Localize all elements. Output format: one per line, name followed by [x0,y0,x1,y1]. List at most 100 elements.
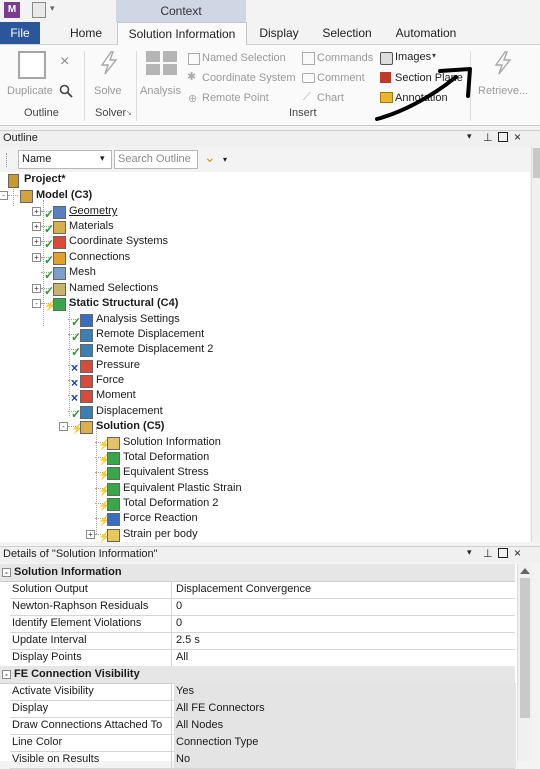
tab-file[interactable]: File [0,22,40,44]
details-property-value[interactable]: Yes [174,683,516,700]
expand-icon[interactable]: + [32,284,41,293]
tree-node[interactable]: ⚡ Solution Information [0,435,520,451]
dialog-launcher-icon[interactable]: ↘ [126,109,132,117]
details-property-value[interactable]: 0 [174,598,516,615]
quick-access-dropdown-icon[interactable]: ▾ [50,3,58,13]
details-property-value[interactable]: 0 [174,615,516,632]
tab-automation[interactable]: Automation [392,22,460,44]
tree-node[interactable]: + ✓ Connections [0,250,520,267]
tree-node[interactable]: - Model (C3) [0,188,520,203]
chevron-down-icon[interactable]: ▾ [223,155,227,164]
search-icon[interactable] [59,84,73,98]
pane-menu-icon[interactable]: ▾ [467,131,472,142]
duplicate-button[interactable]: Duplicate [7,85,53,97]
details-property-value[interactable]: Displacement Convergence [174,581,516,598]
details-row[interactable]: Display Points All [10,649,515,667]
maximize-icon[interactable] [498,548,508,558]
expand-icon[interactable]: + [86,530,95,539]
tree-node[interactable]: - ⚡ Static Structural (C4) [0,296,520,312]
tree-node[interactable]: ✓ Displacement [0,404,520,421]
details-property-value[interactable]: No [174,751,516,768]
tab-solution-information[interactable]: Solution Information [117,22,247,46]
details-row[interactable]: Update Interval 2.5 s [10,632,515,650]
tree-node[interactable]: ⚡ Total Deformation [0,450,520,466]
images-button[interactable]: Images [395,51,431,63]
tree-node[interactable]: + ⚡ Strain per body [0,527,520,543]
pane-menu-icon[interactable]: ▾ [467,547,472,558]
details-scrollbar[interactable] [517,564,532,761]
ribbon-tabs: File Home Solution Information Display S… [0,22,540,46]
comment-button[interactable]: Comment [317,72,365,84]
tree-node[interactable]: + ✓ Materials [0,219,520,236]
details-row[interactable]: Visible on Results No [10,751,516,769]
collapse-icon[interactable]: - [2,670,11,679]
tree-node[interactable]: Project* [0,172,520,188]
details-row[interactable]: Draw Connections Attached To All Nodes [10,717,516,735]
details-section-header[interactable]: - Solution Information [0,564,515,582]
name-filter-select[interactable]: Name ▾ [18,150,112,169]
collapse-icon[interactable]: - [2,568,11,577]
collapse-icon[interactable]: - [0,191,8,200]
tree-node[interactable]: ✓ Analysis Settings [0,312,520,329]
tree-node[interactable]: ✓ Mesh [0,265,520,282]
details-property-value[interactable]: 2.5 s [174,632,516,649]
expand-icon[interactable]: + [32,253,41,262]
tree-node[interactable]: ✓ Remote Displacement 2 [0,342,520,359]
details-row[interactable]: Activate Visibility Yes [10,683,516,701]
save-icon[interactable] [32,2,46,18]
tree-node[interactable]: ⚡ Total Deformation 2 [0,496,520,512]
commands-button[interactable]: Commands [317,52,373,64]
delete-icon[interactable]: × [60,53,69,71]
tree-node[interactable]: × Pressure [0,358,520,375]
outline-scrollbar[interactable] [531,146,540,542]
pin-icon[interactable]: ⊥ [483,547,493,560]
details-row[interactable]: Newton-Raphson Residuals 0 [10,598,515,616]
outline-scrollbar-thumb[interactable] [533,148,540,178]
tab-selection[interactable]: Selection [318,22,376,44]
pin-icon[interactable]: ⊥ [483,131,493,144]
expand-tree-icon[interactable]: ⌄ [204,149,216,166]
chart-button[interactable]: Chart [317,92,344,104]
search-outline-input[interactable]: Search Outline [114,150,198,169]
remote-point-button[interactable]: Remote Point [202,92,269,104]
expand-icon[interactable]: + [32,207,41,216]
scroll-up-icon[interactable] [520,568,530,574]
tree-node[interactable]: + ✓ Named Selections [0,281,520,298]
maximize-icon[interactable] [498,132,508,142]
tree-node[interactable]: × Force [0,373,520,390]
close-icon[interactable]: × [514,130,521,144]
tab-display[interactable]: Display [254,22,304,44]
tree-node[interactable]: ⚡ Force Reaction [0,511,520,527]
analysis-button[interactable]: Analysis [140,85,181,97]
close-icon[interactable]: × [514,546,521,560]
details-row[interactable]: Line Color Connection Type [10,734,516,752]
tree-node-label: Solution (C5) [96,420,165,432]
tree-node[interactable]: ⚡ Equivalent Plastic Strain [0,481,520,497]
coordinate-system-button[interactable]: Coordinate System [202,72,296,84]
details-property-value[interactable]: Connection Type [174,734,516,751]
expand-icon[interactable]: + [32,237,41,246]
details-scrollbar-thumb[interactable] [520,578,530,718]
details-row[interactable]: Display All FE Connectors [10,700,516,718]
collapse-icon[interactable]: - [32,299,41,308]
details-section-header[interactable]: - FE Connection Visibility [0,666,515,684]
tab-home[interactable]: Home [60,22,112,44]
expand-icon[interactable]: + [32,222,41,231]
remote-point-icon: ⊕ [188,93,198,105]
details-row[interactable]: Identify Element Violations 0 [10,615,515,633]
details-property-value[interactable]: All Nodes [174,717,516,734]
collapse-icon[interactable]: - [59,422,68,431]
details-property-value[interactable]: All [174,649,516,666]
tree-node[interactable]: ⚡ Equivalent Stress [0,465,520,481]
details-property-value[interactable]: All FE Connectors [174,700,516,717]
details-row[interactable]: Solution Output Displacement Convergence [10,581,515,599]
tree-node[interactable]: ✓ Remote Displacement [0,327,520,344]
tree-node[interactable]: + ✓ Coordinate Systems [0,234,520,251]
tree-node[interactable]: + ✓ Geometry [0,204,520,221]
tree-node[interactable]: - ⚡ Solution (C5) [0,419,520,435]
retrieve-bolt-icon [494,51,512,75]
named-selection-button[interactable]: Named Selection [202,52,286,64]
duplicate-icon[interactable] [18,51,46,79]
tree-node[interactable]: × Moment [0,388,520,405]
solve-button[interactable]: Solve [94,85,122,97]
